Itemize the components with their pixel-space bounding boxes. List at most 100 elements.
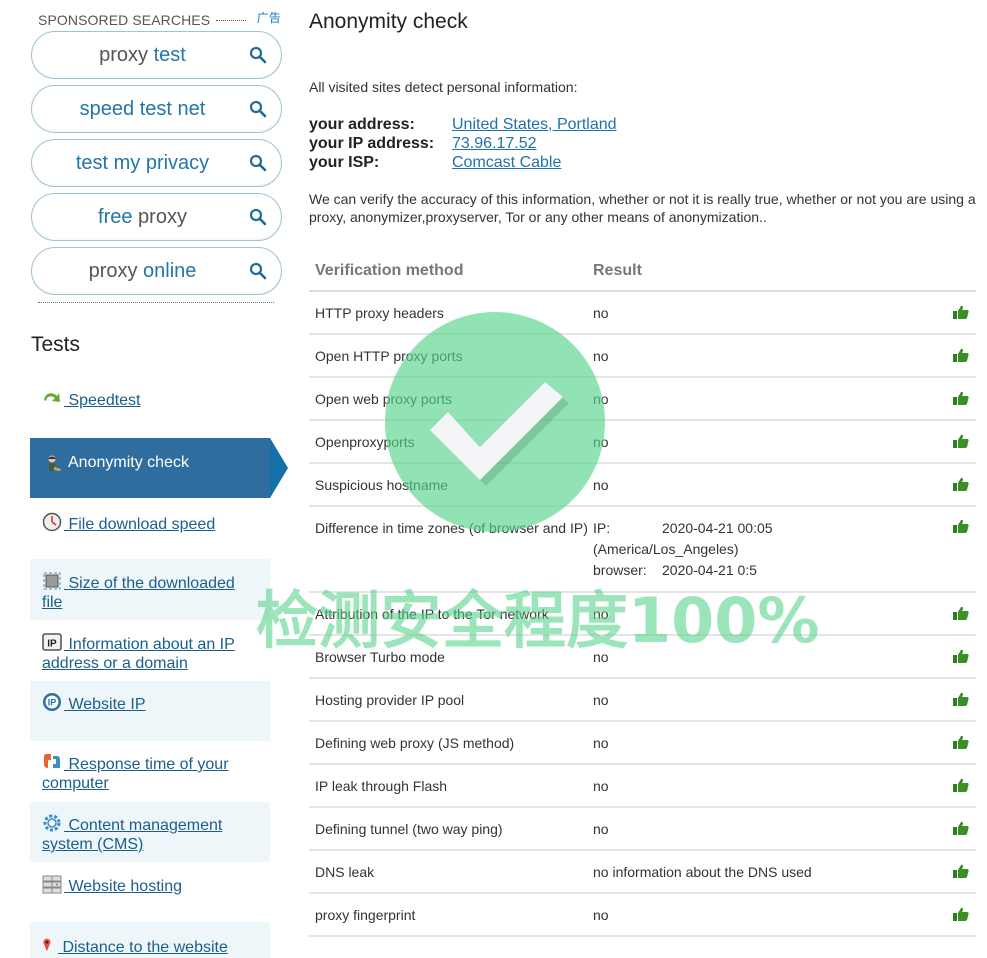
nav-item-website-ip[interactable]: IP Website IP bbox=[30, 681, 270, 741]
nav-link[interactable]: Content management system (CMS) bbox=[42, 817, 222, 853]
method-cell: Defining web proxy (JS method) bbox=[315, 735, 515, 751]
nav-item-cms[interactable]: Content management system (CMS) bbox=[30, 802, 270, 862]
nav-item-ip-information[interactable]: IP Information about an IP address or a … bbox=[30, 632, 270, 673]
search-icon bbox=[249, 154, 267, 172]
info-key: your IP address: bbox=[309, 135, 435, 152]
result-cell: IP: 2020-04-21 00:05 (America/Los_Angeles… bbox=[593, 518, 946, 581]
ip-box-icon: IP bbox=[42, 633, 62, 651]
method-cell: Hosting provider IP pool bbox=[315, 692, 465, 708]
nav-item-size-of-downloaded-file[interactable]: Size of the downloaded file bbox=[30, 559, 270, 620]
nav-item-anonymity-check[interactable]: Anonymity check bbox=[30, 438, 288, 498]
cms-gear-icon bbox=[43, 814, 61, 832]
nav-link[interactable]: Information about an IP address or a dom… bbox=[42, 636, 235, 672]
ip-link[interactable]: 73.96.17.52 bbox=[452, 135, 537, 152]
method-cell: Defining tunnel (two way ping) bbox=[315, 821, 503, 837]
thumbs-up-icon bbox=[946, 692, 976, 709]
map-pin-icon bbox=[43, 938, 51, 952]
file-size-icon bbox=[43, 572, 61, 590]
table-row: Openproxyports no bbox=[309, 421, 976, 464]
method-cell: Openproxyports bbox=[315, 434, 415, 450]
nav-label: Anonymity check bbox=[68, 454, 189, 471]
method-cell: proxy fingerprint bbox=[315, 907, 416, 923]
nav-link[interactable]: Website hosting bbox=[64, 878, 182, 895]
table-row: Defining tunnel (two way ping) no bbox=[309, 808, 976, 851]
tz-browser-label: browser: bbox=[593, 562, 647, 578]
sponsored-search-test-my-privacy[interactable]: test my privacy bbox=[31, 139, 282, 187]
nav-link[interactable]: Distance to the website bbox=[58, 939, 227, 956]
sponsored-search-speed-test-net[interactable]: speed test net bbox=[31, 85, 282, 133]
info-row-isp: your ISP: Comcast Cable bbox=[309, 153, 617, 172]
method-cell: Browser Turbo mode bbox=[315, 649, 445, 665]
thumbs-up-icon bbox=[946, 649, 976, 666]
nav-link[interactable]: Speedtest bbox=[64, 392, 140, 409]
speedtest-arrow-icon bbox=[44, 393, 60, 402]
tz-ip-zone: (America/Los_Angeles) bbox=[593, 541, 739, 557]
clock-icon bbox=[42, 512, 62, 532]
result-cell: no bbox=[593, 606, 609, 622]
header-result: Result bbox=[593, 262, 642, 279]
intro-text: All visited sites detect personal inform… bbox=[309, 79, 578, 95]
thumbs-up-icon bbox=[946, 305, 976, 322]
thumbs-up-icon bbox=[946, 778, 976, 795]
thumbs-up-icon bbox=[946, 821, 976, 838]
address-link[interactable]: United States, Portland bbox=[452, 116, 617, 133]
search-term-dark: proxy bbox=[88, 259, 138, 282]
tests-heading: Tests bbox=[31, 333, 81, 356]
sponsored-search-proxy-test[interactable]: proxy test bbox=[31, 31, 282, 79]
sidebar: SPONSORED SEARCHES 广告 proxy test speed t… bbox=[0, 0, 300, 958]
result-cell: no bbox=[593, 305, 609, 321]
nav-item-website-hosting[interactable]: Website hosting bbox=[30, 874, 270, 896]
sponsored-search-proxy-online[interactable]: proxy online bbox=[31, 247, 282, 295]
nav-item-distance-to-website[interactable]: Distance to the website bbox=[30, 922, 270, 958]
table-row: Suspicious hostname no bbox=[309, 464, 976, 507]
tz-ip-value: 2020-04-21 00:05 bbox=[662, 520, 773, 536]
ip-globe-icon: IP bbox=[43, 693, 61, 711]
nav-link[interactable]: File download speed bbox=[64, 516, 215, 533]
method-cell: Open web proxy ports bbox=[315, 391, 452, 407]
search-term-blue: test bbox=[148, 43, 186, 66]
search-icon bbox=[249, 46, 267, 64]
isp-link[interactable]: Comcast Cable bbox=[452, 154, 561, 171]
sponsored-search-free-proxy[interactable]: free proxy bbox=[31, 193, 282, 241]
info-row-ip: your IP address: 73.96.17.52 bbox=[309, 134, 617, 153]
nav-item-response-time[interactable]: Response time of your computer bbox=[30, 752, 270, 793]
table-row: Open web proxy ports no bbox=[309, 378, 976, 421]
nav-item-speedtest[interactable]: Speedtest bbox=[30, 388, 270, 410]
tz-ip-label: IP: bbox=[593, 520, 611, 536]
thumbs-up-icon bbox=[946, 477, 976, 494]
thumbs-up-icon bbox=[946, 518, 976, 539]
result-cell: no bbox=[593, 907, 609, 923]
page-title: Anonymity check bbox=[309, 10, 468, 33]
verify-description: We can verify the accuracy of this infor… bbox=[309, 191, 976, 225]
info-row-address: your address: United States, Portland bbox=[309, 115, 617, 134]
search-term-dark: proxy bbox=[132, 205, 187, 228]
table-row: Browser Turbo mode no bbox=[309, 636, 976, 679]
search-term-dark: proxy bbox=[99, 43, 149, 66]
result-cell: no bbox=[593, 477, 609, 493]
thumbs-up-icon bbox=[946, 434, 976, 451]
result-cell: no bbox=[593, 434, 609, 450]
header-method: Verification method bbox=[315, 262, 464, 279]
tz-browser-value: 2020-04-21 0:5 bbox=[662, 562, 757, 578]
ad-label[interactable]: 广告 bbox=[257, 9, 281, 26]
result-cell: no bbox=[593, 821, 609, 837]
search-term-blue: test my privacy bbox=[75, 151, 210, 174]
search-icon bbox=[249, 262, 267, 280]
thumbs-up-icon bbox=[946, 735, 976, 752]
table-row: Defining web proxy (JS method) no bbox=[309, 722, 976, 765]
thumbs-up-icon bbox=[946, 391, 976, 408]
table-row: proxy fingerprint no bbox=[309, 894, 976, 937]
nav-link[interactable]: Response time of your computer bbox=[42, 756, 229, 792]
nav-item-file-download-speed[interactable]: File download speed bbox=[30, 512, 270, 534]
result-cell: no bbox=[593, 391, 609, 407]
search-term-blue: free bbox=[98, 205, 133, 228]
method-cell: HTTP proxy headers bbox=[315, 305, 444, 321]
method-cell: IP leak through Flash bbox=[315, 778, 448, 794]
svg-text:IP: IP bbox=[47, 639, 57, 650]
search-icon bbox=[249, 100, 267, 118]
nav-link[interactable]: Size of the downloaded file bbox=[42, 575, 235, 611]
search-icon bbox=[249, 208, 267, 226]
table-header: Verification method Result bbox=[309, 252, 976, 292]
method-cell: Suspicious hostname bbox=[315, 477, 449, 493]
nav-link[interactable]: Website IP bbox=[64, 696, 145, 713]
